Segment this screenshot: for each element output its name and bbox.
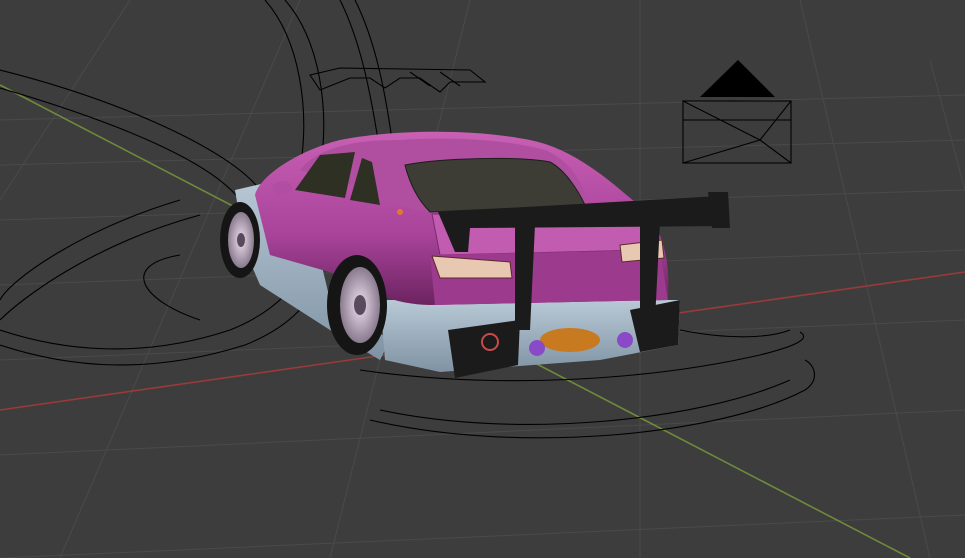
exhaust-pipe [540,328,600,352]
side-mirror [272,181,292,195]
front-wheel-hub [237,233,245,247]
rear-wheel-hub [354,295,366,315]
fuel-cap [397,209,403,215]
car-model[interactable] [220,131,730,378]
camera-gizmo[interactable] [682,60,792,164]
3d-viewport[interactable] [0,0,965,558]
exhaust-tip-left [529,340,545,356]
viewport-scene[interactable] [0,0,965,558]
exhaust-tip-right [617,332,633,348]
camera-up-triangle [700,60,775,97]
